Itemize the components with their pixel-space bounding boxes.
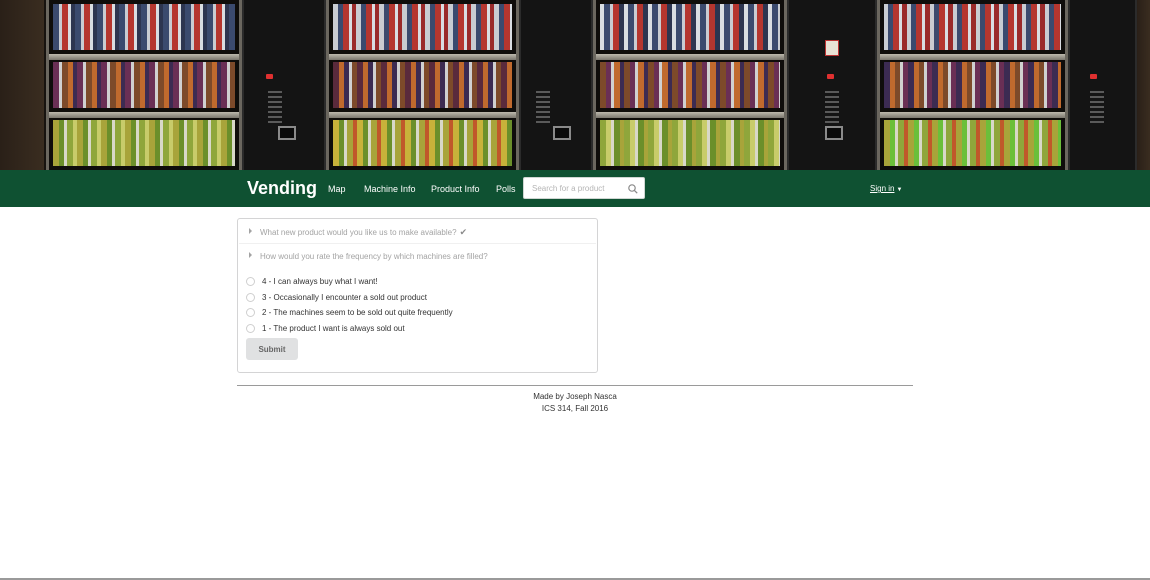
radio-button[interactable] [246, 277, 255, 286]
top-navbar: Vending Map Machine Info Product Info Po… [0, 170, 1150, 207]
footer-divider [237, 385, 913, 386]
poll-option-label[interactable]: 3 - Occasionally I encounter a sold out … [262, 293, 427, 302]
poll-question-text: What new product would you like us to ma… [260, 228, 457, 237]
search-icon[interactable] [627, 183, 639, 195]
checkmark-icon: ✔ [459, 227, 468, 237]
vending-machine-panel [519, 0, 593, 170]
vending-machine-front [877, 0, 1068, 170]
sign-in-label: Sign in [870, 184, 895, 193]
submit-button[interactable]: Submit [246, 338, 298, 360]
footer-course: ICS 314, Fall 2016 [541, 404, 609, 413]
radio-button[interactable] [246, 324, 255, 333]
chevron-down-icon: ▼ [896, 187, 903, 193]
vending-machine-panel [787, 0, 877, 170]
poll-question-accordion[interactable]: What new product would you like us to ma… [249, 227, 467, 238]
nav-link-polls[interactable]: Polls [496, 184, 516, 194]
product-search-box[interactable] [523, 177, 645, 199]
vending-machine-panel [242, 0, 326, 170]
nav-link-product-info[interactable]: Product Info [431, 184, 480, 194]
hero-wall [0, 0, 44, 170]
poll-option-label[interactable]: 1 - The product I want is always sold ou… [262, 324, 405, 333]
caret-right-icon [249, 252, 252, 258]
poll-option-label[interactable]: 2 - The machines seem to be sold out qui… [262, 308, 453, 317]
sign-in-dropdown[interactable]: Sign in ▼ [870, 184, 902, 193]
poll-option-label[interactable]: 4 - I can always buy what I want! [262, 277, 378, 286]
brand-logo[interactable]: Vending [247, 178, 317, 199]
product-search-input[interactable] [532, 182, 624, 195]
vending-machine-front [593, 0, 787, 170]
footer-credit: Made by Joseph Nasca [533, 392, 617, 401]
divider [239, 243, 596, 244]
nav-link-map[interactable]: Map [328, 184, 346, 194]
poll-question-accordion[interactable]: How would you rate the frequency by whic… [249, 252, 488, 261]
hero-wall [1137, 0, 1150, 170]
vending-machine-front [46, 0, 242, 170]
vending-machine-panel [1068, 0, 1137, 170]
nav-link-machine-info[interactable]: Machine Info [364, 184, 416, 194]
vending-machine-front [326, 0, 519, 170]
radio-button[interactable] [246, 308, 255, 317]
hero-banner-image [0, 0, 1150, 170]
poll-question-text: How would you rate the frequency by whic… [260, 252, 488, 261]
poll-card: What new product would you like us to ma… [237, 218, 598, 373]
caret-right-icon [249, 228, 252, 234]
radio-button[interactable] [246, 293, 255, 302]
